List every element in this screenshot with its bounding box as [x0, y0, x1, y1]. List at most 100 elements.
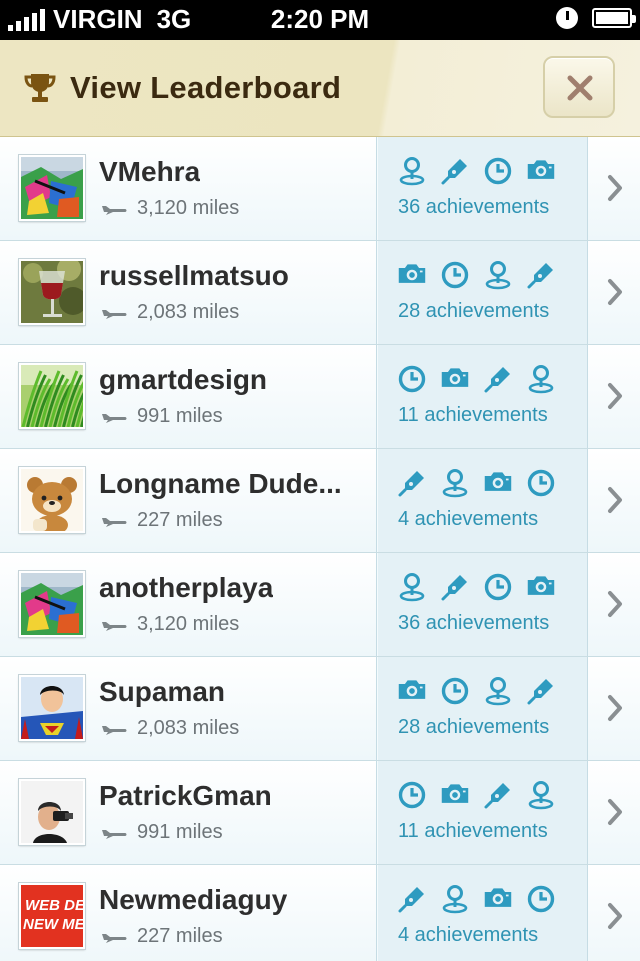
pen-icon: [483, 364, 513, 394]
pen-icon: [397, 884, 427, 914]
pin-icon: [483, 676, 513, 706]
bear-avatar: [19, 467, 85, 533]
miles-value: 991 miles: [137, 405, 223, 427]
alarm-clock-icon: [556, 7, 578, 29]
miles-info: 991 miles: [101, 821, 223, 844]
chevron-right-icon[interactable]: [606, 798, 624, 826]
miles-value: 991 miles: [137, 821, 223, 843]
user-name: anotherplaya: [99, 572, 274, 603]
achievements-panel[interactable]: 4 achievements: [376, 449, 588, 552]
trophy-icon: [24, 74, 56, 102]
user-name: Newmediaguy: [99, 884, 288, 915]
achievement-icons: [397, 364, 556, 394]
superman-avatar: [19, 675, 85, 741]
user-name: gmartdesign: [99, 364, 268, 395]
chevron-right-icon[interactable]: [606, 278, 624, 306]
pin-icon: [397, 572, 427, 602]
user-name: russellmatsuo: [99, 260, 289, 291]
pin-icon: [397, 156, 427, 186]
clock-icon: [397, 780, 427, 810]
camera-icon: [483, 468, 513, 498]
user-name: Longname Dude...: [99, 468, 342, 499]
close-button[interactable]: [543, 56, 615, 118]
camera-icon: [440, 364, 470, 394]
achievements-panel[interactable]: 28 achievements: [376, 657, 588, 760]
achievements-panel[interactable]: 28 achievements: [376, 241, 588, 344]
user-name: PatrickGman: [99, 780, 272, 811]
achievement-icons: [397, 156, 556, 186]
plane-icon: [102, 621, 127, 631]
user-name: VMehra: [99, 156, 201, 187]
pen-icon: [440, 572, 470, 602]
chevron-right-icon[interactable]: [606, 590, 624, 618]
chevron-right-icon[interactable]: [606, 902, 624, 930]
status-right: [556, 7, 636, 29]
clock-icon: [440, 260, 470, 290]
header-bar: View Leaderboard: [0, 40, 640, 137]
leaderboard-row[interactable]: PatrickGman 991 miles 11 achievements: [0, 761, 640, 865]
camera-icon: [483, 884, 513, 914]
clock-icon: [526, 468, 556, 498]
miles-info: 227 miles: [101, 509, 223, 532]
status-bar: VIRGIN 3G 2:20 PM: [0, 0, 640, 40]
leaderboard-row[interactable]: anotherplaya 3,120 miles 36 achievements: [0, 553, 640, 657]
achievement-icons: [397, 780, 556, 810]
svg-text:NEW ME: NEW ME: [23, 916, 83, 933]
clock-icon: [440, 676, 470, 706]
achievements-panel[interactable]: 11 achievements: [376, 761, 588, 864]
leaderboard-row[interactable]: WEB DE NEW ME Newmediaguy 227 miles 4 ach…: [0, 865, 640, 961]
miles-info: 3,120 miles: [101, 613, 239, 636]
achievements-panel[interactable]: 36 achievements: [376, 137, 588, 240]
miles-info: 3,120 miles: [101, 197, 239, 220]
leaderboard-list: VMehra 3,120 miles 36 achievements russe…: [0, 137, 640, 961]
miles-info: 227 miles: [101, 925, 223, 948]
miles-value: 2,083 miles: [137, 717, 240, 739]
camera-icon: [526, 572, 556, 602]
achievements-count: 4 achievements: [398, 924, 539, 946]
plane-icon: [102, 933, 127, 943]
leaderboard-row[interactable]: Supaman 2,083 miles 28 achievements: [0, 657, 640, 761]
graffiti-avatar: [19, 571, 85, 637]
miles-info: 2,083 miles: [101, 717, 239, 740]
leaderboard-row[interactable]: VMehra 3,120 miles 36 achievements: [0, 137, 640, 241]
chevron-right-icon[interactable]: [606, 174, 624, 202]
pin-icon: [526, 780, 556, 810]
plane-icon: [102, 517, 127, 527]
achievement-icons: [397, 676, 556, 706]
achievements-count: 28 achievements: [398, 300, 550, 322]
plane-icon: [102, 829, 127, 839]
grass-avatar: [19, 363, 85, 429]
plane-icon: [102, 725, 127, 735]
achievements-count: 11 achievements: [398, 404, 548, 426]
battery-icon: [592, 8, 636, 28]
page-title: View Leaderboard: [70, 70, 342, 105]
pen-icon: [483, 780, 513, 810]
achievement-icons: [397, 468, 556, 498]
chevron-right-icon[interactable]: [606, 382, 624, 410]
achievements-count: 11 achievements: [398, 820, 548, 842]
miles-info: 2,083 miles: [101, 301, 239, 324]
chevron-right-icon[interactable]: [606, 486, 624, 514]
wine-glass-avatar: [19, 259, 85, 325]
leaderboard-row[interactable]: russellmatsuo 2,083 miles 28 achievement…: [0, 241, 640, 345]
pin-icon: [526, 364, 556, 394]
achievements-panel[interactable]: 4 achievements: [376, 865, 588, 961]
leaderboard-row[interactable]: Longname Dude... 227 miles 4 achievement…: [0, 449, 640, 553]
pin-icon: [483, 260, 513, 290]
achievements-panel[interactable]: 11 achievements: [376, 345, 588, 448]
leaderboard-row[interactable]: gmartdesign 991 miles 11 achievements: [0, 345, 640, 449]
achievements-panel[interactable]: 36 achievements: [376, 553, 588, 656]
status-time: 2:20 PM: [270, 4, 370, 34]
camera-icon: [397, 260, 427, 290]
pin-icon: [440, 884, 470, 914]
achievements-count: 28 achievements: [398, 716, 550, 738]
pin-icon: [440, 468, 470, 498]
chevron-right-icon[interactable]: [606, 694, 624, 722]
pen-icon: [526, 260, 556, 290]
pen-icon: [397, 468, 427, 498]
clock-icon: [397, 364, 427, 394]
miles-value: 3,120 miles: [137, 197, 240, 219]
achievement-icons: [397, 884, 556, 914]
miles-value: 2,083 miles: [137, 301, 240, 323]
achievements-count: 4 achievements: [398, 508, 539, 530]
